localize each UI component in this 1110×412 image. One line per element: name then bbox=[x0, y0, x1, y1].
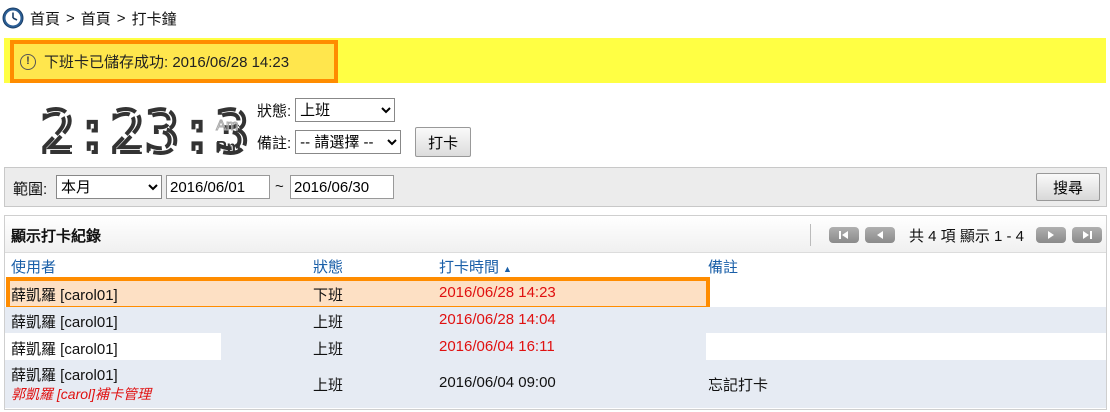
breadcrumb-separator: > bbox=[66, 9, 75, 27]
pager-divider bbox=[809, 224, 811, 246]
table-row[interactable]: 薛凱羅 [carol01] 上班 2016/06/28 14:04 bbox=[5, 307, 1106, 333]
range-bar: 範圍: 本月 ~ 搜尋 bbox=[4, 167, 1107, 207]
breadcrumb: 首頁 > 首頁 > 打卡鐘 bbox=[2, 6, 177, 30]
status-select[interactable]: 上班 bbox=[295, 98, 396, 122]
col-header-status[interactable]: 狀態 bbox=[313, 256, 343, 277]
note-label: 備註: bbox=[257, 134, 292, 152]
cell-time: 2016/06/04 16:11 bbox=[439, 338, 555, 355]
cell-note: 忘記打卡 bbox=[708, 377, 769, 394]
breadcrumb-home-1[interactable]: 首頁 bbox=[30, 8, 60, 29]
last-page-icon[interactable] bbox=[1072, 227, 1102, 243]
breadcrumb-home-2[interactable]: 首頁 bbox=[81, 8, 111, 29]
cell-user: 薛凱羅 [carol01] bbox=[11, 341, 118, 358]
success-message: ! 下班卡已儲存成功: 2016/06/28 14:23 bbox=[10, 40, 338, 83]
next-page-icon[interactable] bbox=[1036, 227, 1066, 243]
first-page-icon[interactable] bbox=[828, 227, 859, 243]
status-label: 狀態: bbox=[257, 102, 292, 120]
cell-time: 2016/06/28 14:04 bbox=[439, 311, 556, 328]
cell-status: 上班 bbox=[313, 314, 344, 331]
cell-status: 上班 bbox=[313, 341, 344, 358]
pager: 共 4 項 顯示 1 - 4 bbox=[809, 224, 1102, 246]
col-header-note[interactable]: 備註 bbox=[708, 256, 738, 277]
records-panel: 顯示打卡紀錄 共 4 項 顯示 1 - 4 使用者 狀態 打卡時間 ▲ 備註 薛凱… bbox=[4, 215, 1107, 410]
col-header-time-label: 打卡時間 bbox=[439, 259, 500, 276]
panel-title: 顯示打卡紀錄 bbox=[11, 228, 102, 245]
cell-user: 薛凱羅 [carol01] bbox=[11, 314, 118, 331]
table-row[interactable]: 薛凱羅 [carol01] 上班 2016/06/04 16:11 bbox=[5, 333, 1106, 360]
notice-bar: ! 下班卡已儲存成功: 2016/06/28 14:23 bbox=[4, 38, 1106, 83]
punch-button[interactable]: 打卡 bbox=[415, 127, 472, 157]
table-row[interactable]: 薛凱羅 [carol01] 郭凱羅 [carol]補卡管理 上班 2016/06… bbox=[5, 360, 1106, 408]
note-select[interactable]: -- 請選擇 -- bbox=[295, 130, 402, 154]
cell-user: 薛凱羅 [carol01] bbox=[11, 367, 118, 384]
pager-text: 共 4 項 顯示 1 - 4 bbox=[908, 227, 1024, 245]
clock-icon bbox=[2, 7, 24, 29]
range-separator: ~ bbox=[275, 178, 284, 195]
cell-user-sub: 郭凱羅 [carol]補卡管理 bbox=[11, 386, 152, 402]
table-row[interactable]: 薛凱羅 [carol01] 下班 2016/06/28 14:23 bbox=[5, 280, 1106, 306]
digital-clock: 2:23:37 Am Pm bbox=[40, 100, 250, 160]
cell-status: 下班 bbox=[313, 287, 344, 304]
panel-header: 顯示打卡紀錄 共 4 項 顯示 1 - 4 bbox=[5, 216, 1106, 253]
end-date-input[interactable] bbox=[290, 175, 394, 199]
col-header-time[interactable]: 打卡時間 ▲ bbox=[439, 256, 512, 277]
note-row: 備註: -- 請選擇 -- 打卡 bbox=[257, 127, 472, 157]
prev-page-icon[interactable] bbox=[864, 227, 895, 243]
start-date-input[interactable] bbox=[166, 175, 270, 199]
clock-pm: Pm bbox=[216, 139, 241, 156]
range-label: 範圍: bbox=[13, 181, 48, 198]
breadcrumb-separator: > bbox=[116, 9, 126, 27]
sort-asc-icon: ▲ bbox=[503, 264, 512, 274]
range-select[interactable]: 本月 bbox=[56, 175, 162, 199]
col-header-user[interactable]: 使用者 bbox=[11, 256, 56, 277]
cell-time: 2016/06/04 09:00 bbox=[439, 374, 556, 391]
cell-user: 薛凱羅 [carol01] bbox=[11, 287, 118, 304]
info-icon: ! bbox=[20, 53, 36, 70]
cell-time: 2016/06/28 14:23 bbox=[439, 284, 556, 301]
breadcrumb-current: 打卡鐘 bbox=[131, 10, 177, 28]
cell-status: 上班 bbox=[313, 377, 344, 394]
notice-text: 下班卡已儲存成功: 2016/06/28 14:23 bbox=[44, 54, 290, 71]
clock-am: Am bbox=[216, 117, 239, 134]
status-row: 狀態: 上班 bbox=[257, 98, 396, 122]
search-button[interactable]: 搜尋 bbox=[1036, 173, 1100, 201]
